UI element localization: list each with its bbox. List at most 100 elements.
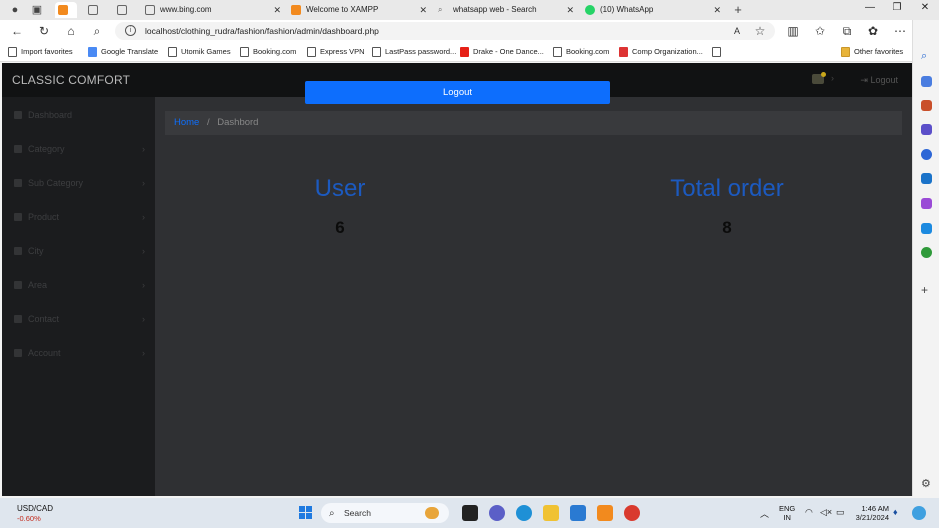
tab-2[interactable]	[85, 2, 107, 18]
edge-sidebar: ⌕ + ⚙	[912, 20, 939, 496]
header-logout-link[interactable]: ⇥ Logout	[860, 75, 898, 86]
youtube-icon	[460, 47, 469, 57]
page-icon	[117, 5, 127, 15]
browser-tab-strip: ● ▣ www.bing.com ✕ Welcome to XAMPP ✕ ⌕ …	[0, 0, 939, 20]
fav-label: Booking.com	[253, 47, 297, 56]
lang-line2: IN	[783, 513, 791, 522]
page-icon	[372, 47, 381, 57]
brand-title[interactable]: CLASSIC COMFORT	[12, 73, 130, 87]
tools-icon[interactable]	[921, 100, 932, 111]
fav-utomik[interactable]: Utomik Games	[168, 46, 231, 58]
xampp-favicon-icon	[58, 5, 68, 15]
search-icon: ⌕	[329, 508, 335, 519]
fav-lastpass[interactable]: LastPass password...	[372, 46, 456, 58]
other-favorites[interactable]: Other favorites	[841, 46, 903, 58]
sidebar-item-category[interactable]: Category ›	[2, 139, 155, 159]
search-icon[interactable]: ⌕	[90, 24, 104, 38]
chevron-right-icon: ›	[142, 348, 145, 358]
file-explorer-icon[interactable]	[543, 505, 559, 521]
clock[interactable]: 1:46 AM 3/21/2024	[854, 504, 889, 522]
site-info-icon[interactable]: i	[125, 25, 136, 36]
designer-icon[interactable]	[921, 198, 932, 209]
more-icon[interactable]: ⋯	[893, 24, 907, 38]
tab-bing[interactable]: www.bing.com ✕	[142, 2, 287, 18]
split-screen-icon[interactable]: ▥	[786, 24, 800, 38]
sidebar-item-sub-category[interactable]: Sub Category ›	[2, 173, 155, 193]
fav-booking-2[interactable]: Booking.com	[553, 46, 609, 58]
refresh-icon[interactable]: ↻	[37, 24, 51, 38]
search-icon[interactable]: ⌕	[921, 51, 932, 62]
collections-icon[interactable]: ⧉	[840, 24, 854, 38]
fav-comp-org[interactable]: Comp Organization...	[619, 46, 703, 58]
restore-icon[interactable]: ❐	[890, 2, 904, 13]
shopping-icon[interactable]	[921, 76, 932, 87]
sidebar-item-account[interactable]: Account ›	[2, 343, 155, 363]
teams-chat-icon[interactable]	[489, 505, 505, 521]
outlook-icon[interactable]	[921, 173, 932, 184]
windows-start-icon[interactable]	[299, 506, 313, 520]
back-icon[interactable]: ←	[10, 24, 24, 38]
extensions-icon[interactable]: ✿	[866, 24, 880, 38]
fav-drake[interactable]: Drake - One Dance...	[460, 46, 544, 58]
stat-value-user: 6	[335, 218, 345, 237]
ticker-name[interactable]: USD/CAD	[17, 504, 53, 513]
profile-icon[interactable]: ●	[8, 3, 22, 17]
send-icon[interactable]	[921, 223, 932, 234]
chevron-right-icon: ›	[142, 212, 145, 222]
copilot-taskbar-icon[interactable]	[912, 506, 926, 520]
minimize-icon[interactable]: —	[863, 2, 877, 13]
new-tab-icon[interactable]: +	[731, 3, 745, 17]
tab-3[interactable]	[114, 2, 136, 18]
dashboard-icon	[14, 111, 22, 119]
taskbar-search[interactable]: ⌕ Search	[321, 503, 449, 523]
games-icon[interactable]	[921, 124, 932, 135]
task-view-icon[interactable]	[462, 505, 478, 521]
close-icon[interactable]: ✕	[713, 2, 721, 18]
logout-button[interactable]: Logout	[305, 81, 610, 104]
workspaces-icon[interactable]: ▣	[30, 3, 44, 17]
wifi-icon[interactable]: ◠	[805, 507, 813, 518]
close-icon[interactable]: ✕	[419, 2, 427, 18]
notification-bell-icon[interactable]: ♦	[893, 507, 898, 517]
tab-whatsapp[interactable]: (10) WhatsApp ✕	[582, 2, 727, 18]
add-icon[interactable]: +	[921, 284, 932, 296]
fav-label: Drake - One Dance...	[473, 47, 544, 56]
fav-import[interactable]: Import favorites	[8, 46, 73, 58]
tab-active[interactable]	[55, 2, 77, 18]
favorites-icon[interactable]: ✩	[813, 24, 827, 38]
favorite-star-icon[interactable]: ☆	[753, 24, 767, 38]
office-app-icon[interactable]	[624, 505, 640, 521]
sidebar-item-city[interactable]: City ›	[2, 241, 155, 261]
sidebar-item-dashboard[interactable]: Dashboard	[2, 105, 155, 125]
sidebar-item-label: Account	[28, 348, 61, 358]
settings-icon[interactable]: ⚙	[921, 479, 932, 490]
breadcrumb-home[interactable]: Home	[174, 117, 199, 128]
language-indicator[interactable]: ENG IN	[779, 504, 795, 522]
fav-booking-1[interactable]: Booking.com	[240, 46, 296, 58]
battery-icon[interactable]: ▭	[836, 507, 845, 518]
tree-icon[interactable]	[921, 247, 932, 258]
close-icon[interactable]: ✕	[273, 2, 281, 18]
office-icon[interactable]	[921, 149, 932, 160]
page-icon	[168, 47, 177, 57]
sidebar-item-area[interactable]: Area ›	[2, 275, 155, 295]
close-icon[interactable]: ✕	[566, 2, 574, 18]
tab-whatsapp-search[interactable]: ⌕ whatsapp web - Search ✕	[435, 2, 580, 18]
speaker-muted-icon[interactable]: ◁×	[820, 507, 832, 518]
edge-browser-icon[interactable]	[516, 505, 532, 521]
read-aloud-icon[interactable]: A	[730, 24, 744, 38]
stat-value-total-order: 8	[722, 218, 732, 237]
fav-express-vpn[interactable]: Express VPN	[307, 46, 365, 58]
xampp-icon[interactable]	[597, 505, 613, 521]
sidebar-item-contact[interactable]: Contact ›	[2, 309, 155, 329]
mail-icon[interactable]	[570, 505, 586, 521]
chevron-up-icon[interactable]: ︿	[760, 507, 769, 520]
home-icon[interactable]: ⌂	[64, 24, 78, 38]
sidebar: Dashboard Category › Sub Category › Produc…	[2, 97, 155, 496]
url-field[interactable]: i localhost/clothing_rudra/fashion/fashi…	[115, 22, 775, 40]
close-window-icon[interactable]: ✕	[918, 2, 932, 13]
tab-xampp[interactable]: Welcome to XAMPP ✕	[288, 2, 433, 18]
import-icon	[8, 47, 17, 57]
sidebar-item-product[interactable]: Product ›	[2, 207, 155, 227]
fav-google-translate[interactable]: Google Translate	[88, 46, 158, 58]
